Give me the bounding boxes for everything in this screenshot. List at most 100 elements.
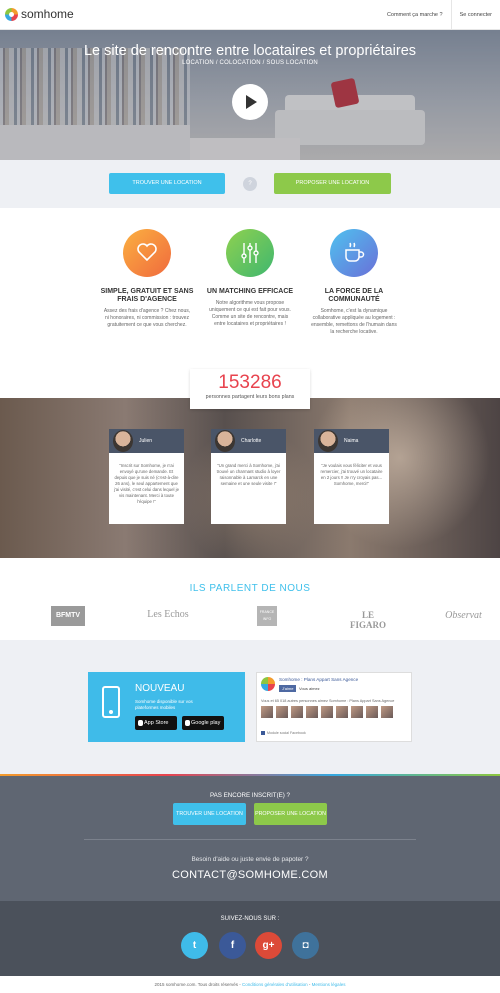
facebook-icon[interactable]: f — [219, 932, 246, 959]
feature-title: LA FORCE DE LA COMMUNAUTÉ — [324, 288, 384, 303]
hero-section: Le site de rencontre entre locataires et… — [0, 30, 500, 160]
avatar[interactable] — [276, 706, 288, 718]
feature-title: UN MATCHING EFFICACE — [206, 288, 294, 295]
member-count-label: personnes partagent leurs bons plans — [205, 394, 295, 400]
feature-icon-circle — [330, 229, 378, 277]
testimonial-card: Charlotte "Un grand merci à Somhome, j'a… — [211, 429, 286, 524]
social-title: SUIVEZ-NOUS SUR : — [220, 916, 280, 922]
contact-email-link[interactable]: CONTACT@SOMHOME.COM — [0, 869, 500, 881]
search-band: TROUVER UNE LOCATION ? PROPOSER UNE LOCA… — [0, 160, 500, 208]
member-count: 153286 — [218, 372, 282, 393]
testimonial-name: Charlotte — [241, 438, 262, 444]
testimonial-name: Julien — [139, 438, 153, 444]
facebook-like-status: Vous aimez — [299, 686, 320, 691]
avatar — [318, 430, 338, 452]
testimonial-header: Naima — [314, 429, 389, 453]
hero-subtitle: LOCATION / COLOCATION / SOUS LOCATION — [182, 60, 318, 66]
avatar[interactable] — [291, 706, 303, 718]
footer-divider — [84, 839, 416, 840]
press-logo-observateur[interactable]: Observat — [441, 610, 486, 621]
help-text: Besoin d'aide ou juste envie de papoter … — [191, 856, 309, 863]
testimonial-text: "Un grand merci à Somhome, j'ai trouvé u… — [216, 463, 281, 486]
logo-text: somhome — [21, 7, 74, 21]
app-band — [0, 640, 500, 774]
offer-rental-button[interactable]: PROPOSER UNE LOCATION — [274, 173, 391, 194]
avatar[interactable] — [306, 706, 318, 718]
footer-title: PAS ENCORE INSCRIT(E) ? — [210, 792, 290, 799]
feature-free: SIMPLE, GRATUIT ET SANS FRAIS D'AGENCE A… — [97, 229, 197, 329]
facebook-likes-text: Vous et 65 018 autres personnes aimez So… — [261, 699, 395, 703]
page-logo-icon — [261, 677, 275, 691]
feature-community: LA FORCE DE LA COMMUNAUTÉ Somhome, c'est… — [304, 229, 404, 336]
testimonial-name: Naima — [344, 438, 359, 444]
smartphone-icon — [102, 686, 120, 718]
testimonial-card: Naima "Je voulais vous féliciter et vous… — [314, 429, 389, 524]
avatar[interactable] — [381, 706, 393, 718]
feature-icon-circle — [226, 229, 274, 277]
testimonial-text: "Je voulais vous féliciter et vous remer… — [320, 463, 383, 486]
twitter-icon[interactable]: t — [181, 932, 208, 959]
logo-icon — [5, 7, 18, 21]
facebook-page-name[interactable]: Somhome : Plans Appart Sans Agence — [279, 677, 358, 682]
feature-text: Notre algorithme vous propose uniquement… — [209, 300, 291, 327]
googleplus-icon[interactable]: g+ — [255, 932, 282, 959]
or-separator: ? — [243, 177, 257, 191]
heart-icon — [137, 243, 157, 262]
logo[interactable]: somhome — [5, 7, 74, 21]
terms-link[interactable]: Conditions générales d'utilisation — [242, 982, 308, 987]
feature-text: Somhome, c'est la dynamique collaborativ… — [311, 308, 397, 335]
footer-offer-rental-button[interactable]: PROPOSER UNE LOCATION — [254, 803, 327, 825]
feature-text: Assez des frais d'agence ? Chez nous, ni… — [103, 308, 191, 328]
press-title: ILS PARLENT DE NOUS — [189, 583, 311, 594]
testimonials-section: Julien "Inscrit sur Somhome, je n'ai env… — [0, 398, 500, 558]
testimonial-header: Charlotte — [211, 429, 286, 453]
copyright-text: 2015 somhome.com. Tous droits réservés - — [154, 982, 241, 987]
googleplay-button[interactable]: Google play — [182, 716, 224, 730]
avatar[interactable] — [351, 706, 363, 718]
find-rental-button[interactable]: TROUVER UNE LOCATION — [109, 173, 225, 194]
footer-find-rental-button[interactable]: TROUVER UNE LOCATION — [173, 803, 246, 825]
nav-login-link[interactable]: Se connecter — [450, 0, 500, 30]
mobile-app-promo: NOUVEAU Somhome disponible sur vos plate… — [88, 672, 245, 742]
sliders-icon — [241, 243, 259, 263]
testimonial-card: Julien "Inscrit sur Somhome, je n'ai env… — [109, 429, 184, 524]
avatar[interactable] — [336, 706, 348, 718]
facebook-faces — [261, 706, 393, 718]
appstore-button[interactable]: App Store — [135, 716, 177, 730]
social-section: SUIVEZ-NOUS SUR : t f g+ ◘ — [0, 901, 500, 976]
app-subtitle: Somhome disponible sur vos plateformes m… — [135, 699, 193, 710]
press-logo-bfmtv[interactable]: BFMTV — [51, 606, 85, 626]
avatar — [113, 430, 133, 452]
footer-cta: PAS ENCORE INSCRIT(E) ? TROUVER UNE LOCA… — [0, 774, 500, 901]
facebook-footer: Module social Facebook — [261, 731, 306, 736]
testimonial-header: Julien — [109, 429, 184, 453]
member-counter: 153286 personnes partagent leurs bons pl… — [190, 369, 310, 409]
top-nav: Comment ça marche ? Se connecter — [379, 0, 500, 30]
avatar[interactable] — [261, 706, 273, 718]
legal-link[interactable]: Mentions légales — [312, 982, 346, 987]
facebook-footer-text: Module social Facebook — [267, 731, 306, 735]
copyright-bar: 2015 somhome.com. Tous droits réservés -… — [0, 976, 500, 993]
facebook-like-button[interactable]: J'aime — [279, 685, 297, 692]
instagram-icon[interactable]: ◘ — [292, 932, 319, 959]
facebook-widget: Somhome : Plans Appart Sans Agence J'aim… — [256, 672, 412, 742]
feature-matching: UN MATCHING EFFICACE Notre algorithme vo… — [200, 229, 300, 328]
feature-title: SIMPLE, GRATUIT ET SANS FRAIS D'AGENCE — [100, 288, 194, 303]
hero-title: Le site de rencontre entre locataires et… — [83, 43, 417, 59]
nav-how-it-works-link[interactable]: Comment ça marche ? — [379, 0, 451, 30]
feature-icon-circle — [123, 229, 171, 277]
press-logo-franceinfo[interactable]: FRANCE INFO — [257, 606, 277, 626]
color-stripe — [0, 774, 500, 776]
avatar — [215, 430, 235, 452]
facebook-icon — [261, 731, 265, 736]
coffee-icon — [345, 242, 365, 262]
press-logo-lesechos[interactable]: Les Echos — [143, 609, 193, 620]
avatar[interactable] — [366, 706, 378, 718]
testimonial-text: "Inscrit sur Somhome, je n'ai envoyé qu'… — [114, 463, 179, 504]
facebook-widget-header: Somhome : Plans Appart Sans Agence J'aim… — [261, 677, 409, 695]
avatar[interactable] — [321, 706, 333, 718]
app-title: NOUVEAU — [135, 683, 185, 694]
press-logo-lefigaro[interactable]: LE FIGARO — [343, 610, 393, 630]
play-video-button[interactable] — [232, 84, 268, 120]
site-header: somhome Comment ça marche ? Se connecter — [0, 0, 500, 30]
